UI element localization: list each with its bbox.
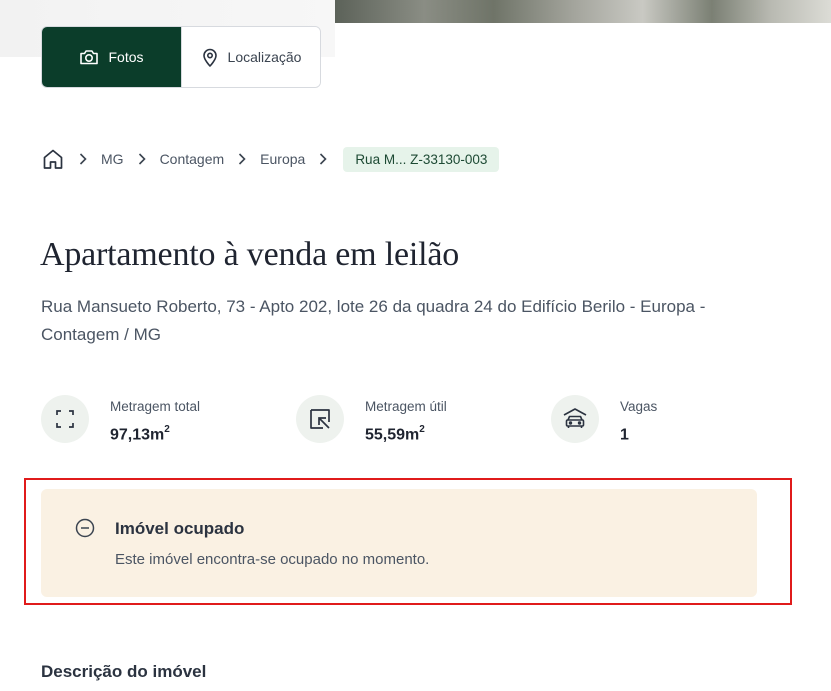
- stat-value: 55,59m2: [365, 424, 425, 444]
- garage-car-icon: [551, 395, 599, 443]
- notice-title: Imóvel ocupado: [115, 519, 245, 538]
- stat-label: Metragem útil: [365, 399, 447, 414]
- chevron-right-icon: [65, 153, 101, 165]
- stat-total-area: Metragem total 97,13m2: [41, 395, 200, 445]
- arrow-inward-icon: [296, 395, 344, 443]
- expand-icon: [41, 395, 89, 443]
- breadcrumb-current: Rua M... Z-33130-003: [343, 146, 500, 172]
- tab-photos-label: Fotos: [108, 49, 144, 65]
- minus-circle-icon: [75, 518, 95, 543]
- stat-label: Vagas: [620, 399, 658, 414]
- stat-useful-area: Metragem útil 55,59m2: [296, 395, 447, 445]
- stat-parking: Vagas 1: [551, 395, 657, 445]
- property-stats: Metragem total 97,13m2 Metragem útil 55,…: [41, 395, 741, 445]
- camera-icon: [79, 48, 99, 66]
- description-heading: Descrição do imóvel: [41, 662, 207, 681]
- location-pin-icon: [201, 47, 219, 67]
- chevron-right-icon: [305, 153, 341, 165]
- stat-value: 1: [620, 426, 629, 444]
- stat-label: Metragem total: [110, 399, 201, 414]
- tab-location[interactable]: Localização: [181, 27, 320, 87]
- property-address: Rua Mansueto Roberto, 73 - Apto 202, lot…: [41, 297, 706, 344]
- chevron-right-icon: [124, 153, 160, 165]
- page-title: Apartamento à venda em leilão: [40, 236, 460, 273]
- breadcrumb-item-city[interactable]: Contagem: [160, 151, 225, 167]
- media-tabs: Fotos Localização: [41, 26, 321, 88]
- home-icon[interactable]: [41, 147, 65, 171]
- chevron-right-icon: [224, 153, 260, 165]
- occupancy-notice: Imóvel ocupado Este imóvel encontra-se o…: [41, 489, 757, 597]
- breadcrumb: MG Contagem Europa Rua M... Z-33130-003: [41, 146, 500, 172]
- breadcrumb-item-state[interactable]: MG: [101, 151, 124, 167]
- notice-text: Este imóvel encontra-se ocupado no momen…: [115, 551, 430, 568]
- stat-value: 97,13m2: [110, 424, 170, 444]
- tab-photos[interactable]: Fotos: [42, 27, 181, 87]
- tab-location-label: Localização: [227, 49, 302, 65]
- breadcrumb-item-neighborhood[interactable]: Europa: [260, 151, 305, 167]
- photo-gallery-image[interactable]: [335, 0, 831, 23]
